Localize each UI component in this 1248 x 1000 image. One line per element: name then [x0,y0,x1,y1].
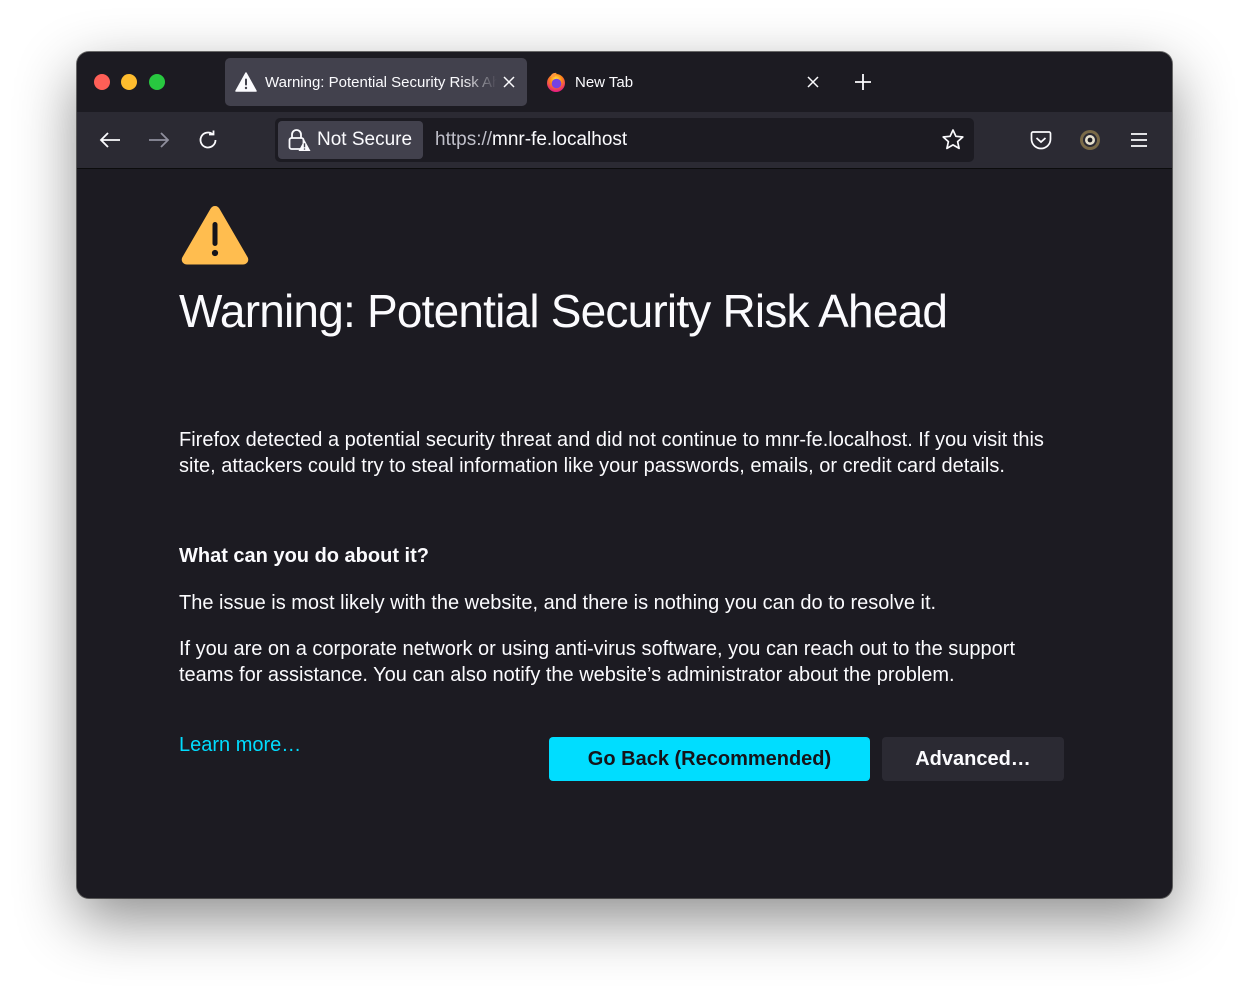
warning-icon [181,206,249,265]
avatar-icon [1080,130,1100,150]
url-bar[interactable]: Not Secure https://mnr-fe.localhost [275,118,974,162]
browser-window: Warning: Potential Security Risk Ahead [77,52,1172,898]
page-title: Warning: Potential Security Risk Ahead [179,285,948,337]
not-secure-label: Not Secure [317,129,413,150]
menu-button[interactable] [1125,126,1153,154]
support-text: If you are on a corporate network or usi… [179,638,1016,686]
url-host: mnr-fe.localhost [492,129,628,150]
forward-arrow-icon [149,132,170,148]
firefox-logo-icon [545,71,567,93]
url-text[interactable]: https://mnr-fe.localhost [435,118,627,162]
error-description: Firefox detected a potential security th… [179,429,1044,477]
tab-title: Warning: Potential Security Risk Ahead [265,73,497,91]
identity-box[interactable]: Not Secure [278,121,423,159]
back-button[interactable] [96,126,124,154]
close-tab-icon[interactable] [497,70,521,94]
insecure-lock-icon [287,128,311,152]
minimize-window-button[interactable] [121,74,137,90]
resolution-text: The issue is most likely with the websit… [179,592,937,614]
tab-warning[interactable]: Warning: Potential Security Risk Ahead [225,58,527,106]
back-arrow-icon [99,132,120,148]
close-window-button[interactable] [94,74,110,90]
warning-icon [235,71,257,93]
learn-more-link[interactable]: Learn more… [179,734,301,757]
navigation-toolbar: Not Secure https://mnr-fe.localhost [77,112,1172,169]
account-button[interactable] [1076,126,1104,154]
hamburger-menu-icon [1131,133,1147,147]
forward-button[interactable] [145,126,173,154]
plus-icon [855,74,871,90]
go-back-button[interactable]: Go Back (Recommended) [549,737,870,781]
tab-title: New Tab [575,73,634,91]
close-tab-icon[interactable] [801,70,825,94]
bookmark-star-button[interactable] [940,127,966,153]
reload-button[interactable] [194,126,222,154]
star-icon [942,129,964,150]
what-can-you-do-heading: What can you do about it? [179,545,429,567]
tab-new-tab[interactable]: New Tab [541,58,831,106]
url-scheme: https:// [435,129,493,150]
advanced-button[interactable]: Advanced… [882,737,1064,781]
new-tab-button[interactable] [851,70,875,94]
zoom-window-button[interactable] [149,74,165,90]
pocket-button[interactable] [1027,126,1055,154]
tab-strip: Warning: Potential Security Risk Ahead [77,52,1172,112]
error-page: Warning: Potential Security Risk Ahead F… [77,169,1172,898]
reload-icon [199,130,217,149]
pocket-icon [1030,131,1052,150]
